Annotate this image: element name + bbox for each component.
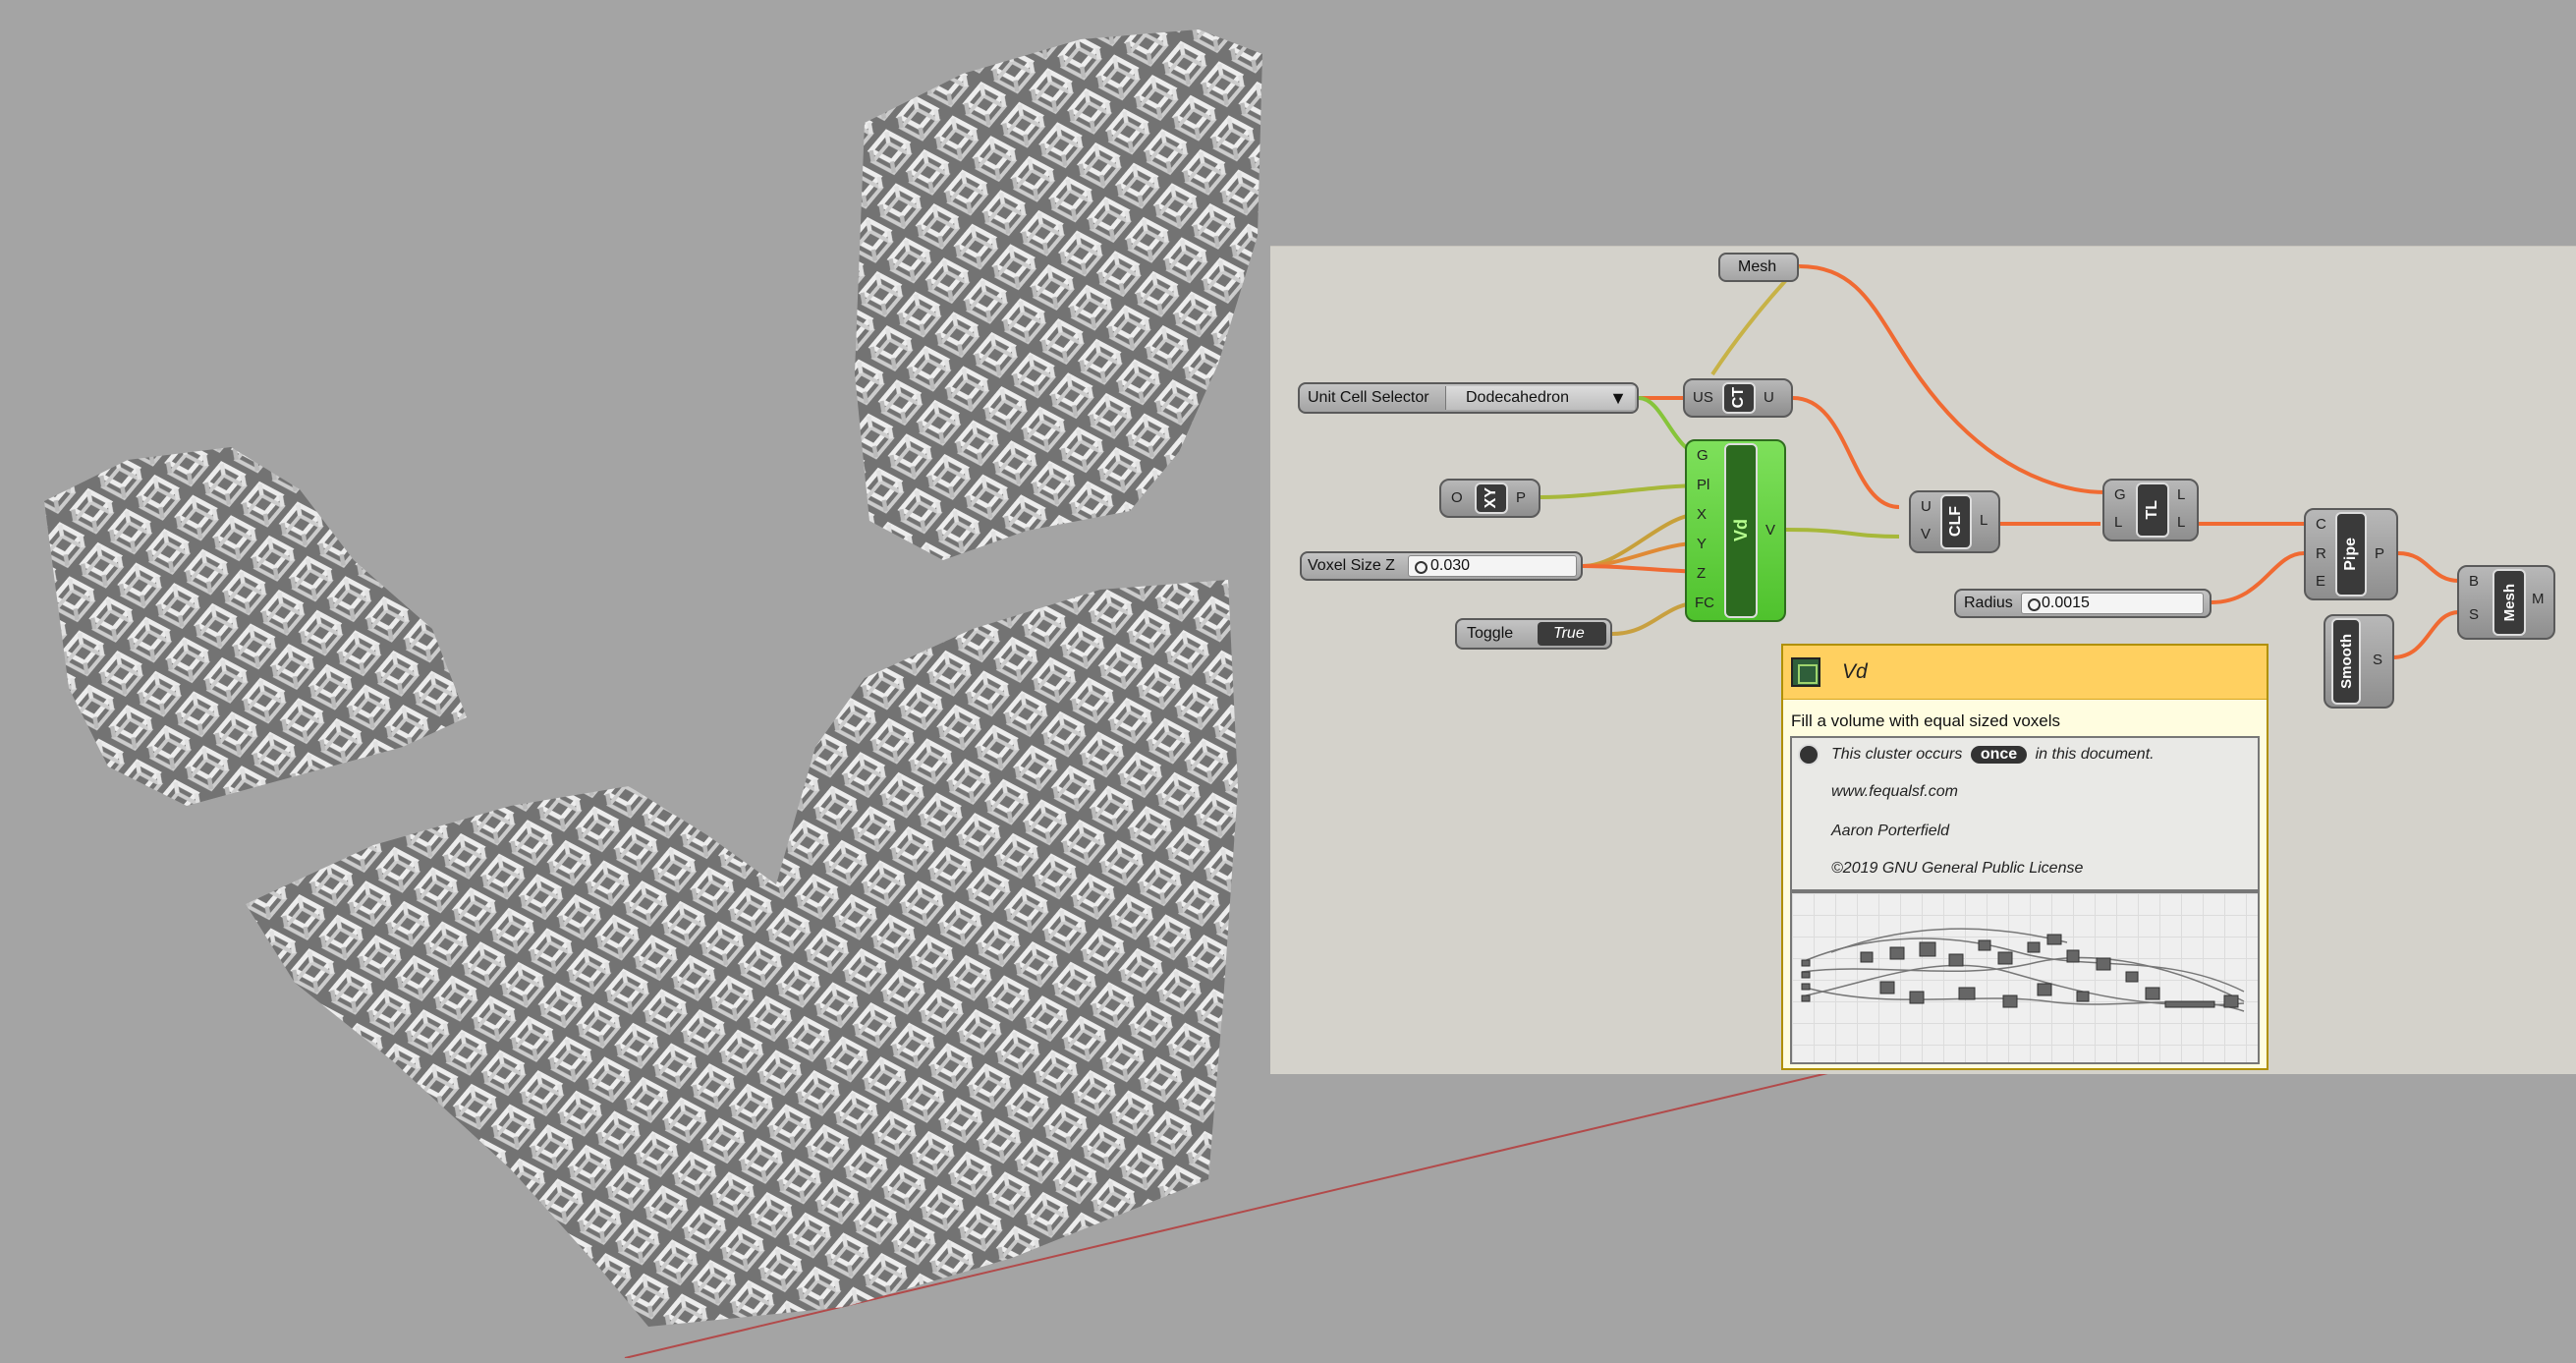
vd-output-v: V <box>1765 522 1776 539</box>
tl-core: TL <box>2136 483 2169 538</box>
slider-knob-icon <box>1415 561 1428 574</box>
xy-input-o: O <box>1451 489 1463 506</box>
wire-mesh-to-tl <box>1798 264 2106 494</box>
mesh-output-m: M <box>2532 591 2545 607</box>
ct-name: CT <box>1730 387 1747 409</box>
cluster-preview-graph <box>1801 928 2245 1012</box>
toggle-param[interactable]: Toggle True <box>1455 618 1612 650</box>
toggle-label: Toggle <box>1467 625 1514 642</box>
tooltip-header: Vd <box>1783 646 2267 700</box>
xy-core: XY <box>1475 483 1508 514</box>
mesh-param-label: Mesh <box>1738 258 1777 275</box>
tooltip-info: This cluster occurs once in this documen… <box>1790 736 2260 891</box>
component-tl[interactable]: G L TL L L <box>2102 479 2199 541</box>
xy-name: XY <box>1483 487 1499 509</box>
tooltip-occurs-line: This cluster occurs once in this documen… <box>1831 746 2155 764</box>
toggle-value: True <box>1553 625 1585 642</box>
tl-name: TL <box>2144 500 2160 520</box>
occurs-prefix: This cluster occurs <box>1831 746 1963 763</box>
mesh-input-b: B <box>2469 573 2480 590</box>
wire-vd-to-clf <box>1785 528 1900 539</box>
tooltip-website: www.fequalsf.com <box>1831 783 1958 800</box>
tooltip-license: ©2019 GNU General Public License <box>1831 860 2084 877</box>
occurs-suffix: in this document. <box>2035 746 2155 763</box>
vd-input-g: G <box>1697 447 1708 464</box>
cluster-preview <box>1790 891 2260 1064</box>
wire-mesh-to-ct <box>1710 264 1801 376</box>
component-vd[interactable]: G Pl X Y Z FC Vd V <box>1685 439 1786 622</box>
tl-input-g: G <box>2114 486 2126 503</box>
unit-cell-selector-value: Dodecahedron <box>1466 389 1569 406</box>
clf-name: CLF <box>1947 506 1964 538</box>
mesh-param[interactable]: Mesh <box>1718 253 1799 282</box>
wire-ct-to-clf <box>1792 396 1900 509</box>
mesh-core: Mesh <box>2492 569 2526 636</box>
clf-output-l: L <box>1980 512 1988 529</box>
unit-cell-selector[interactable]: Unit Cell Selector Dodecahedron ▼ <box>1298 382 1639 414</box>
smooth-output-s: S <box>2373 652 2383 668</box>
mesh-name: Mesh <box>2500 583 2518 622</box>
radius-value: 0.0015 <box>2042 595 2090 611</box>
vd-input-y: Y <box>1697 536 1708 552</box>
component-mesh[interactable]: B S Mesh M <box>2457 565 2555 640</box>
cluster-tooltip: Vd Fill a volume with equal sized voxels… <box>1781 644 2268 1070</box>
ct-input-us: US <box>1693 389 1713 406</box>
unit-cell-selector-dropdown[interactable]: Dodecahedron ▼ <box>1445 386 1635 410</box>
component-pipe[interactable]: C R Pipe E P <box>2304 508 2398 600</box>
voxel-size-value: 0.030 <box>1430 557 1471 574</box>
pipe-output-p: P <box>2375 545 2385 562</box>
tooltip-author: Aaron Porterfield <box>1831 823 1950 839</box>
component-xy[interactable]: O XY P <box>1439 479 1540 518</box>
vd-input-x: X <box>1697 506 1708 523</box>
ct-output-u: U <box>1764 389 1774 406</box>
toggle-value-box[interactable]: True <box>1538 622 1606 646</box>
wire-pipe-to-mesh <box>2397 551 2460 583</box>
ct-core: CT <box>1722 382 1756 414</box>
smooth-core: Smooth <box>2331 618 2361 705</box>
lattice-piece-top <box>855 29 1262 560</box>
slider-knob-icon <box>2028 598 2041 611</box>
cluster-occurrence-icon <box>1798 744 1820 766</box>
vd-input-z: Z <box>1697 565 1707 582</box>
tooltip-title: Vd <box>1842 660 1868 683</box>
pipe-input-r: R <box>2316 545 2326 562</box>
radius-field[interactable]: 0.0015 <box>2021 593 2204 614</box>
component-ct[interactable]: US CT U <box>1683 378 1793 418</box>
smooth-name: Smooth <box>2337 634 2355 689</box>
component-clf[interactable]: U V CLF L <box>1909 490 2000 553</box>
chevron-down-icon: ▼ <box>1609 388 1627 408</box>
pipe-name: Pipe <box>2342 538 2359 571</box>
cluster-icon <box>1791 657 1820 687</box>
tl-input-l: L <box>2114 514 2123 531</box>
vd-core: Vd <box>1724 443 1758 618</box>
wire-smooth-to-mesh <box>2391 610 2460 659</box>
tl-output-l1: L <box>2177 486 2186 503</box>
vd-input-fc: FC <box>1695 595 1714 611</box>
clf-input-u: U <box>1921 498 1932 515</box>
voxel-size-slider[interactable]: Voxel Size Z 0.030 <box>1300 551 1583 581</box>
pipe-input-e: E <box>2316 573 2326 590</box>
unit-cell-selector-label: Unit Cell Selector <box>1308 389 1429 406</box>
pipe-input-c: C <box>2316 516 2326 533</box>
clf-input-v: V <box>1921 526 1932 542</box>
xy-output-p: P <box>1516 489 1527 506</box>
wire-xy-to-vd <box>1540 483 1704 499</box>
component-smooth[interactable]: Smooth S <box>2324 614 2394 709</box>
wire-radius-to-pipe <box>2211 551 2305 604</box>
pipe-core: Pipe <box>2335 512 2367 596</box>
lattice-piece-left <box>44 447 467 806</box>
radius-slider[interactable]: Radius 0.0015 <box>1954 589 2212 618</box>
mesh-input-s: S <box>2469 606 2480 623</box>
clf-core: CLF <box>1940 494 1972 549</box>
vd-input-pl: Pl <box>1697 477 1710 493</box>
voxel-size-field[interactable]: 0.030 <box>1408 555 1577 577</box>
radius-label: Radius <box>1964 595 2013 611</box>
occurs-badge: once <box>1970 746 2028 764</box>
tl-output-l2: L <box>2177 514 2186 531</box>
vd-name: Vd <box>1730 519 1751 542</box>
voxel-size-label: Voxel Size Z <box>1308 557 1395 574</box>
